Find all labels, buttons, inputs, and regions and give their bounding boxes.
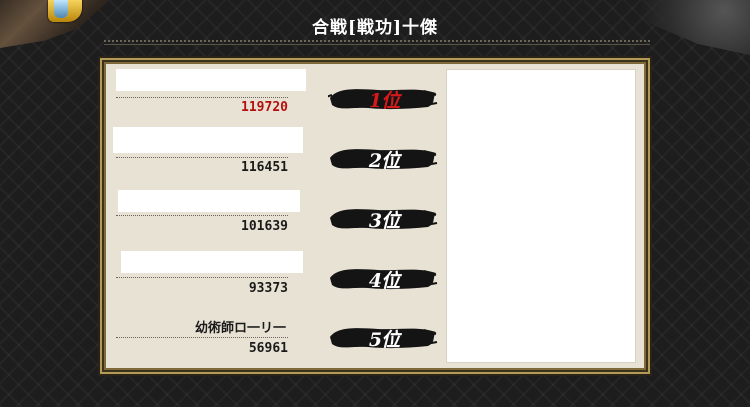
score-5: 56961 — [248, 341, 288, 356]
player-name-5[interactable]: 幼術師ロ一リ一 — [195, 317, 286, 336]
title-divider-line — [104, 44, 650, 45]
player-name-box-2 — [113, 127, 303, 153]
score-3: 101639 — [241, 219, 288, 234]
score-1: 119720 — [241, 100, 288, 115]
name-divider-3 — [116, 215, 288, 216]
rank-label-2: 2位 — [368, 150, 400, 172]
name-divider-1 — [116, 97, 288, 98]
rank-badge-5: 5位 — [328, 320, 438, 354]
title-divider-dotted — [104, 40, 650, 42]
name-divider-5 — [116, 337, 288, 338]
name-divider-2 — [116, 157, 288, 158]
rank-badge-1: 1位 — [328, 81, 438, 115]
score-2: 116451 — [241, 160, 288, 175]
rank-badge-3: 3位 — [328, 201, 438, 235]
player-name-box-4 — [121, 251, 303, 273]
rank-label-3: 3位 — [368, 210, 400, 232]
rank-label-5: 5位 — [368, 329, 400, 351]
player-name-box-1 — [116, 69, 306, 91]
name-divider-4 — [116, 277, 288, 278]
score-4: 93373 — [248, 281, 288, 296]
detail-box — [446, 69, 636, 363]
player-name-box-5: 幼術師ロ一リ一 — [140, 315, 290, 336]
rank-label-4: 4位 — [368, 270, 400, 292]
page-title: 合戦[戦功]十傑 — [311, 18, 439, 38]
player-name-box-3 — [118, 190, 300, 212]
rank-label-1: 1位 — [368, 90, 400, 112]
rank-badge-2: 2位 — [328, 141, 438, 175]
rank-badge-4: 4位 — [328, 261, 438, 295]
